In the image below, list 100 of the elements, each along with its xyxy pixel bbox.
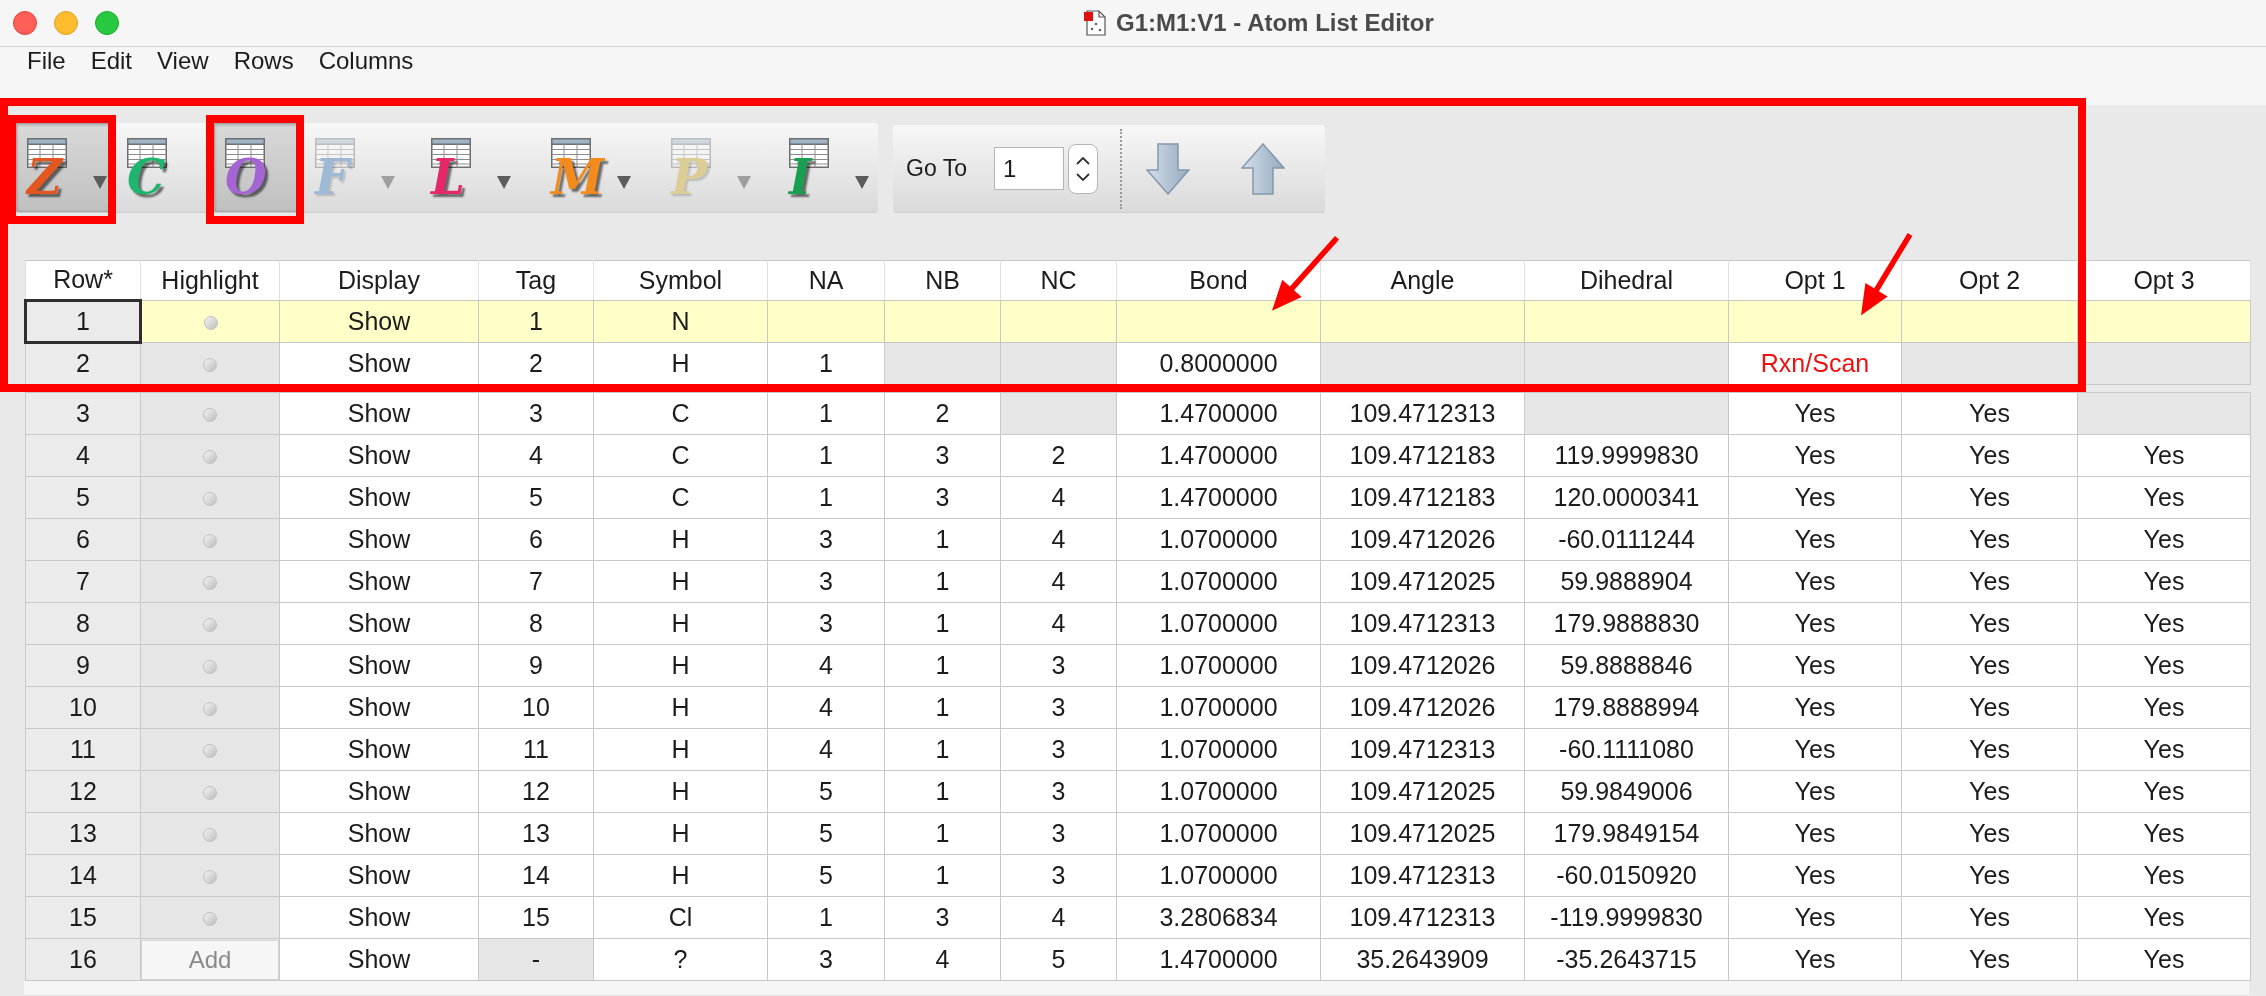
table-cell: H: [593, 770, 768, 813]
menu-item[interactable]: File: [27, 47, 66, 75]
menu-item[interactable]: Columns: [318, 47, 414, 75]
column-header[interactable]: Row*: [25, 260, 141, 301]
row-number-cell[interactable]: 4: [25, 434, 141, 477]
table-cell: 109.4712183: [1320, 434, 1525, 477]
table-cell: Yes: [2077, 644, 2251, 687]
close-button[interactable]: [13, 11, 37, 35]
column-header[interactable]: Opt 2: [1901, 260, 2078, 301]
table-cell: Yes: [1728, 434, 1902, 477]
table-cell: 1: [884, 854, 1001, 897]
table-cell: -60.0111244: [1524, 518, 1729, 561]
table-cell: Yes: [1728, 938, 1902, 981]
row-number-cell[interactable]: 6: [25, 518, 141, 561]
table-cell: 119.9999830: [1524, 434, 1729, 477]
table-cell: 1.0700000: [1116, 602, 1321, 645]
table-cell: 3: [1000, 728, 1117, 771]
row-number-cell[interactable]: 15: [25, 896, 141, 939]
table-cell: Yes: [2077, 434, 2251, 477]
table-cell: 1: [767, 476, 885, 519]
table-cell: H: [593, 854, 768, 897]
table-cell: 120.0000341: [1524, 476, 1729, 519]
column-header[interactable]: Highlight: [140, 260, 280, 301]
table-cell: Yes: [1901, 560, 2078, 603]
row-number-cell[interactable]: 9: [25, 644, 141, 687]
table-cell: 1: [884, 518, 1001, 561]
column-header[interactable]: Opt 1: [1728, 260, 1902, 301]
table-cell: Yes: [1728, 812, 1902, 855]
table-cell: Yes: [1901, 938, 2078, 981]
goto-field[interactable]: 1: [993, 147, 1064, 190]
table-cell: H: [593, 644, 768, 687]
column-header[interactable]: Bond: [1116, 260, 1321, 301]
table-cell: Show: [279, 392, 479, 435]
table-cell: 3: [767, 938, 885, 981]
menu-item[interactable]: View: [157, 47, 209, 75]
table-cell: 109.4712313: [1320, 602, 1525, 645]
chevron-up-icon[interactable]: [1075, 156, 1090, 165]
table-cell: H: [593, 518, 768, 561]
table-cell: 3: [884, 476, 1001, 519]
table-cell: 1.4700000: [1116, 938, 1321, 981]
row-number-cell[interactable]: 3: [25, 392, 141, 435]
table-cell: Rxn/Scan: [1728, 342, 1902, 385]
table-cell: 179.8888994: [1524, 686, 1729, 729]
table-cell: 109.4712026: [1320, 644, 1525, 687]
column-header[interactable]: NA: [767, 260, 885, 301]
table-cell: 1: [767, 342, 885, 385]
table-cell: Yes: [1728, 392, 1902, 435]
table-cell: 109.4712183: [1320, 476, 1525, 519]
table-cell: 59.8888846: [1524, 644, 1729, 687]
table-cell: 9: [478, 644, 594, 687]
table-cell: Yes: [1901, 770, 2078, 813]
table-cell: Yes: [1901, 854, 2078, 897]
table-cell: 1: [884, 728, 1001, 771]
column-header[interactable]: Dihedral: [1524, 260, 1729, 301]
table-cell: 3: [1000, 644, 1117, 687]
table-cell: 109.4712313: [1320, 896, 1525, 939]
table-cell: 4: [884, 938, 1001, 981]
column-header[interactable]: Tag: [478, 260, 594, 301]
table-cell: 11: [478, 728, 594, 771]
table-cell: 3.2806834: [1116, 896, 1321, 939]
table-cell: 109.4712313: [1320, 854, 1525, 897]
table-cell: 1.4700000: [1116, 434, 1321, 477]
table-cell: 1: [767, 896, 885, 939]
row-number-cell[interactable]: 2: [25, 342, 141, 385]
arrow-up-icon: [1240, 142, 1285, 195]
table-cell: 4: [1000, 560, 1117, 603]
column-header[interactable]: NB: [884, 260, 1001, 301]
row-number-cell[interactable]: 12: [25, 770, 141, 813]
goto-label: Go To: [906, 154, 967, 184]
table-cell: Yes: [1901, 644, 2078, 687]
column-header[interactable]: NC: [1000, 260, 1117, 301]
table-cell: 14: [478, 854, 594, 897]
column-header[interactable]: Symbol: [593, 260, 768, 301]
chevron-down-icon[interactable]: [1075, 172, 1090, 181]
table-cell: 12: [478, 770, 594, 813]
row-number-cell[interactable]: 11: [25, 728, 141, 771]
row-number-cell[interactable]: 10: [25, 686, 141, 729]
row-number-cell[interactable]: 14: [25, 854, 141, 897]
table-cell: 1: [884, 686, 1001, 729]
table-cell: 4: [1000, 518, 1117, 561]
table-cell: Show: [279, 728, 479, 771]
row-number-cell[interactable]: 5: [25, 476, 141, 519]
row-number-cell[interactable]: 1: [25, 300, 141, 343]
row-number-cell[interactable]: 8: [25, 602, 141, 645]
table-cell: 3: [1000, 812, 1117, 855]
menu-item[interactable]: Edit: [90, 47, 133, 75]
table-cell: 109.4712026: [1320, 686, 1525, 729]
table-cell: N: [593, 300, 768, 343]
minimize-button[interactable]: [54, 11, 78, 35]
maximize-button[interactable]: [95, 11, 119, 35]
column-header[interactable]: Display: [279, 260, 479, 301]
column-header[interactable]: Angle: [1320, 260, 1525, 301]
stepper[interactable]: [1067, 143, 1098, 194]
table-cell: 2: [884, 392, 1001, 435]
table-cell: 1: [884, 560, 1001, 603]
row-number-cell[interactable]: 13: [25, 812, 141, 855]
table-cell: 3: [767, 560, 885, 603]
row-number-cell[interactable]: 16: [25, 938, 141, 981]
row-number-cell[interactable]: 7: [25, 560, 141, 603]
menu-item[interactable]: Rows: [233, 47, 294, 75]
